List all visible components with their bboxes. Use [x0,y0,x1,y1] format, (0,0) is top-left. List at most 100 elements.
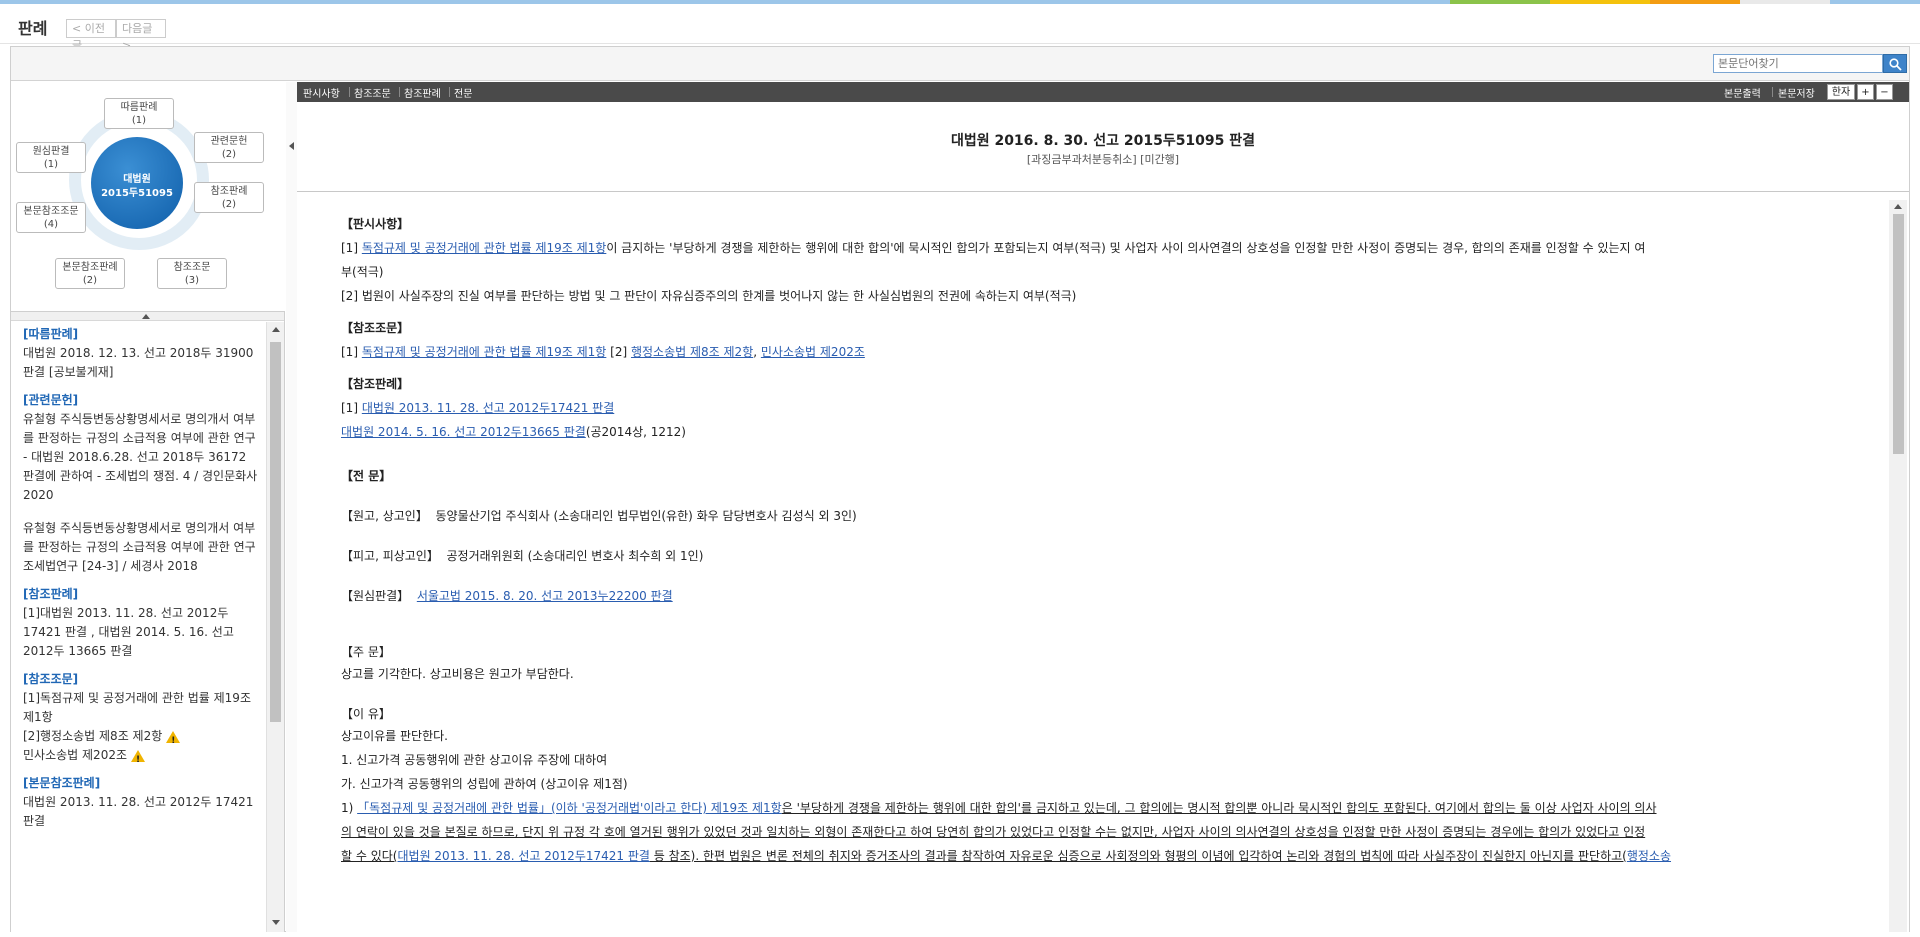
node-label: 본문참조판례 [62,262,118,273]
hanja-button[interactable]: 한자 [1827,84,1855,100]
diagram-collapse-bar[interactable] [11,312,284,321]
paragraph-1-line-2: 의 연락이 있을 것을 본질로 하므로, 단지 위 규정 각 호에 열거된 행위… [341,825,1646,839]
prev-button[interactable]: < 이전글 [66,19,116,52]
node-count: (2) [82,275,98,286]
collapse-left-icon[interactable] [289,142,294,150]
node-count: (1) [131,115,147,126]
ref-law-heading: [참조조문] [23,672,79,686]
node-ref-law[interactable]: 참조조문 (3) [157,258,227,289]
body-ref-case-item[interactable]: 대법원 2013. 11. 28. 선고 2012두 17421 판결 [23,793,261,831]
body-search-input[interactable] [1713,54,1883,73]
ref-law-text: [2]행정소송법 제8조 제2항 [23,729,163,743]
left-list: [따름판례] 대법원 2018. 12. 13. 선고 2018두 31900 … [11,322,284,932]
scroll-down-icon[interactable] [272,920,280,925]
node-original-judgment[interactable]: 원심판결 (1) [16,142,86,173]
node-label: 원심판결 [32,146,70,157]
scroll-up-icon[interactable] [1894,204,1902,209]
scroll-thumb[interactable] [1893,214,1904,454]
case-link[interactable]: 대법원 2013. 11. 28. 선고 2012두17421 판결 [397,849,649,863]
warning-icon [131,749,145,770]
node-label: 본문참조조문 [23,206,79,217]
paragraph-1-line-3: 할 수 있다(대법원 2013. 11. 28. 선고 2012두17421 판… [341,849,1672,863]
node-label: 관련문헌 [210,136,248,147]
ref-law-item[interactable]: 민사소송법 제202조 [23,746,261,770]
ref-law-item[interactable]: [2]행정소송법 제8조 제2항 [23,727,261,751]
node-count: (3) [184,275,200,286]
center-case-no: 2015두51095 [101,188,173,199]
ref-law-item[interactable]: [1]독점규제 및 공정거래에 관한 법률 제19조 제1항 [23,689,261,727]
search-button[interactable] [1883,54,1907,73]
original-label: 【원심판결】 [341,589,410,603]
tab-full-text[interactable]: 전문 [454,85,472,100]
literature-heading: [관련문헌] [23,393,79,407]
node-follow-case[interactable]: 따름판례 (1) [104,98,174,129]
ref-case-item[interactable]: [1]대법원 2013. 11. 28. 선고 2012두17421 판결 , … [23,604,261,661]
pansi-item-1: [1] 독점규제 및 공정거래에 관한 법률 제19조 제1항이 금지하는 '부… [341,241,1646,255]
node-label: 참조판례 [210,186,248,197]
node-ref-case[interactable]: 참조판례 (2) [194,182,264,213]
law-link[interactable]: 「독점규제 및 공정거래에 관한 법률」(이하 '공정거래법'이라고 한다) 제… [357,801,782,815]
zoom-out-button[interactable]: − [1876,84,1893,100]
pansi-item-2: [2] 법원이 사실주장의 진실 여부를 판단하는 방법 및 그 판단이 자유심… [341,289,1077,303]
plaintiff-label: 【원고, 상고인】 [341,509,428,523]
tab-pansi[interactable]: 판시사항 [303,85,340,100]
left-panel: 대법원 2015두51095 따름판례 (1) 관련문헌 (2) 참조판례 (2) 참… [11,82,285,932]
document-scrollbar[interactable] [1889,200,1907,932]
law-link[interactable]: 민사소송법 제202조 [761,345,865,359]
heading-ref-case: 【참조판례】 [341,377,410,391]
main-frame: 대법원 2015두51095 따름판례 (1) 관련문헌 (2) 참조판례 (2) 참… [10,46,1910,932]
literature-item[interactable]: 유철형 주식등변동상황명세서로 명의개서 여부를 판정하는 규정의 소급적용 여… [23,410,261,505]
ref-case-line-1: [1] 대법원 2013. 11. 28. 선고 2012두17421 판결 [341,401,615,415]
panel-splitter[interactable] [286,82,297,932]
zoom-in-button[interactable]: + [1857,84,1874,100]
ref-case-line-2: 대법원 2014. 5. 16. 선고 2012두13665 판결(공2014상… [341,425,686,439]
document-title: 대법원 2016. 8. 30. 선고 2015두51095 판결 [950,133,1256,149]
next-button[interactable]: 다음글 > [116,19,166,52]
follow-case-item[interactable]: 대법원 2018. 12. 13. 선고 2018두 31900 판결 [공보불… [23,344,261,382]
save-button[interactable]: 본문저장 [1778,85,1815,100]
page-title: 판례 [18,19,48,38]
node-label: 따름판례 [120,102,158,113]
document-body: 【판시사항】 [1] 독점규제 및 공정거래에 관한 법률 제19조 제1항이 … [297,200,1909,932]
document-subtitle: [과징금부과처분등취소] [미간행] [1026,153,1180,166]
heading-pansi: 【판시사항】 [341,217,410,231]
heading-order: 【주 문】 [341,645,391,659]
plaintiff-line: 【원고, 상고인】 동양물산기업 주식회사 (소송대리인 법무법인(유한) 화우… [341,509,857,523]
ref-case-heading: [참조판례] [23,587,79,601]
heading-reason: 【이 유】 [341,707,391,721]
node-count: (2) [221,199,237,210]
tab-ref-law[interactable]: 참조조문 [354,85,391,100]
document-panel: 판시사항 참조조문 참조판례 전문 본문출력 본문저장 한자 + − 대법원 2… [297,82,1909,932]
case-link[interactable]: 대법원 2013. 11. 28. 선고 2012두17421 판결 [362,401,614,415]
ref-law-text: 민사소송법 제202조 [23,748,127,762]
law-link[interactable]: 행정소송법 제8조 제2항 [631,345,753,359]
law-link[interactable]: 행정소송 [1627,849,1671,863]
pansi-item-1-cont: 부(적극) [341,265,384,279]
search-bar [11,47,1909,81]
warning-icon [166,730,181,751]
law-link[interactable]: 독점규제 및 공정거래에 관한 법률 제19조 제1항 [362,345,607,359]
case-link[interactable]: 서울고법 2015. 8. 20. 선고 2013누22200 판결 [417,589,673,603]
defendant-line: 【피고, 피상고인】 공정거래위원회 (소송대리인 변호사 최수희 외 1인) [341,549,704,563]
reason-ga: 가. 신고가격 공동행위의 성립에 관하여 (상고이유 제1점) [341,777,628,791]
left-scrollbar[interactable] [266,322,284,932]
scroll-up-icon[interactable] [272,327,280,332]
title-bar: 판례 < 이전글 다음글 > [0,4,1920,52]
order-text: 상고를 기각한다. 상고비용은 원고가 부담한다. [341,667,574,681]
diagram-center: 대법원 2015두51095 [91,137,183,229]
search-icon [1889,58,1902,71]
defendant-label: 【피고, 피상고인】 [341,549,439,563]
law-link[interactable]: 독점규제 및 공정거래에 관한 법률 제19조 제1항 [362,241,607,255]
scroll-thumb[interactable] [270,342,281,722]
node-body-ref-law[interactable]: 본문참조조문 (4) [16,202,86,233]
node-body-ref-case[interactable]: 본문참조판례 (2) [55,258,125,289]
node-related-literature[interactable]: 관련문헌 (2) [194,132,264,163]
relation-diagram: 대법원 2015두51095 따름판례 (1) 관련문헌 (2) 참조판례 (2) 참… [11,82,285,312]
tab-ref-case[interactable]: 참조판례 [404,85,441,100]
paragraph-1-line-1: 1) 「독점규제 및 공정거래에 관한 법률」(이하 '공정거래법'이라고 한다… [341,801,1657,815]
node-count: (2) [221,149,237,160]
print-button[interactable]: 본문출력 [1724,85,1761,100]
node-count: (1) [43,159,59,170]
literature-item[interactable]: 유철형 주식등변동상황명세서로 명의개서 여부를 판정하는 규정의 소급적용 여… [23,519,261,576]
case-link[interactable]: 대법원 2014. 5. 16. 선고 2012두13665 판결 [341,425,586,439]
